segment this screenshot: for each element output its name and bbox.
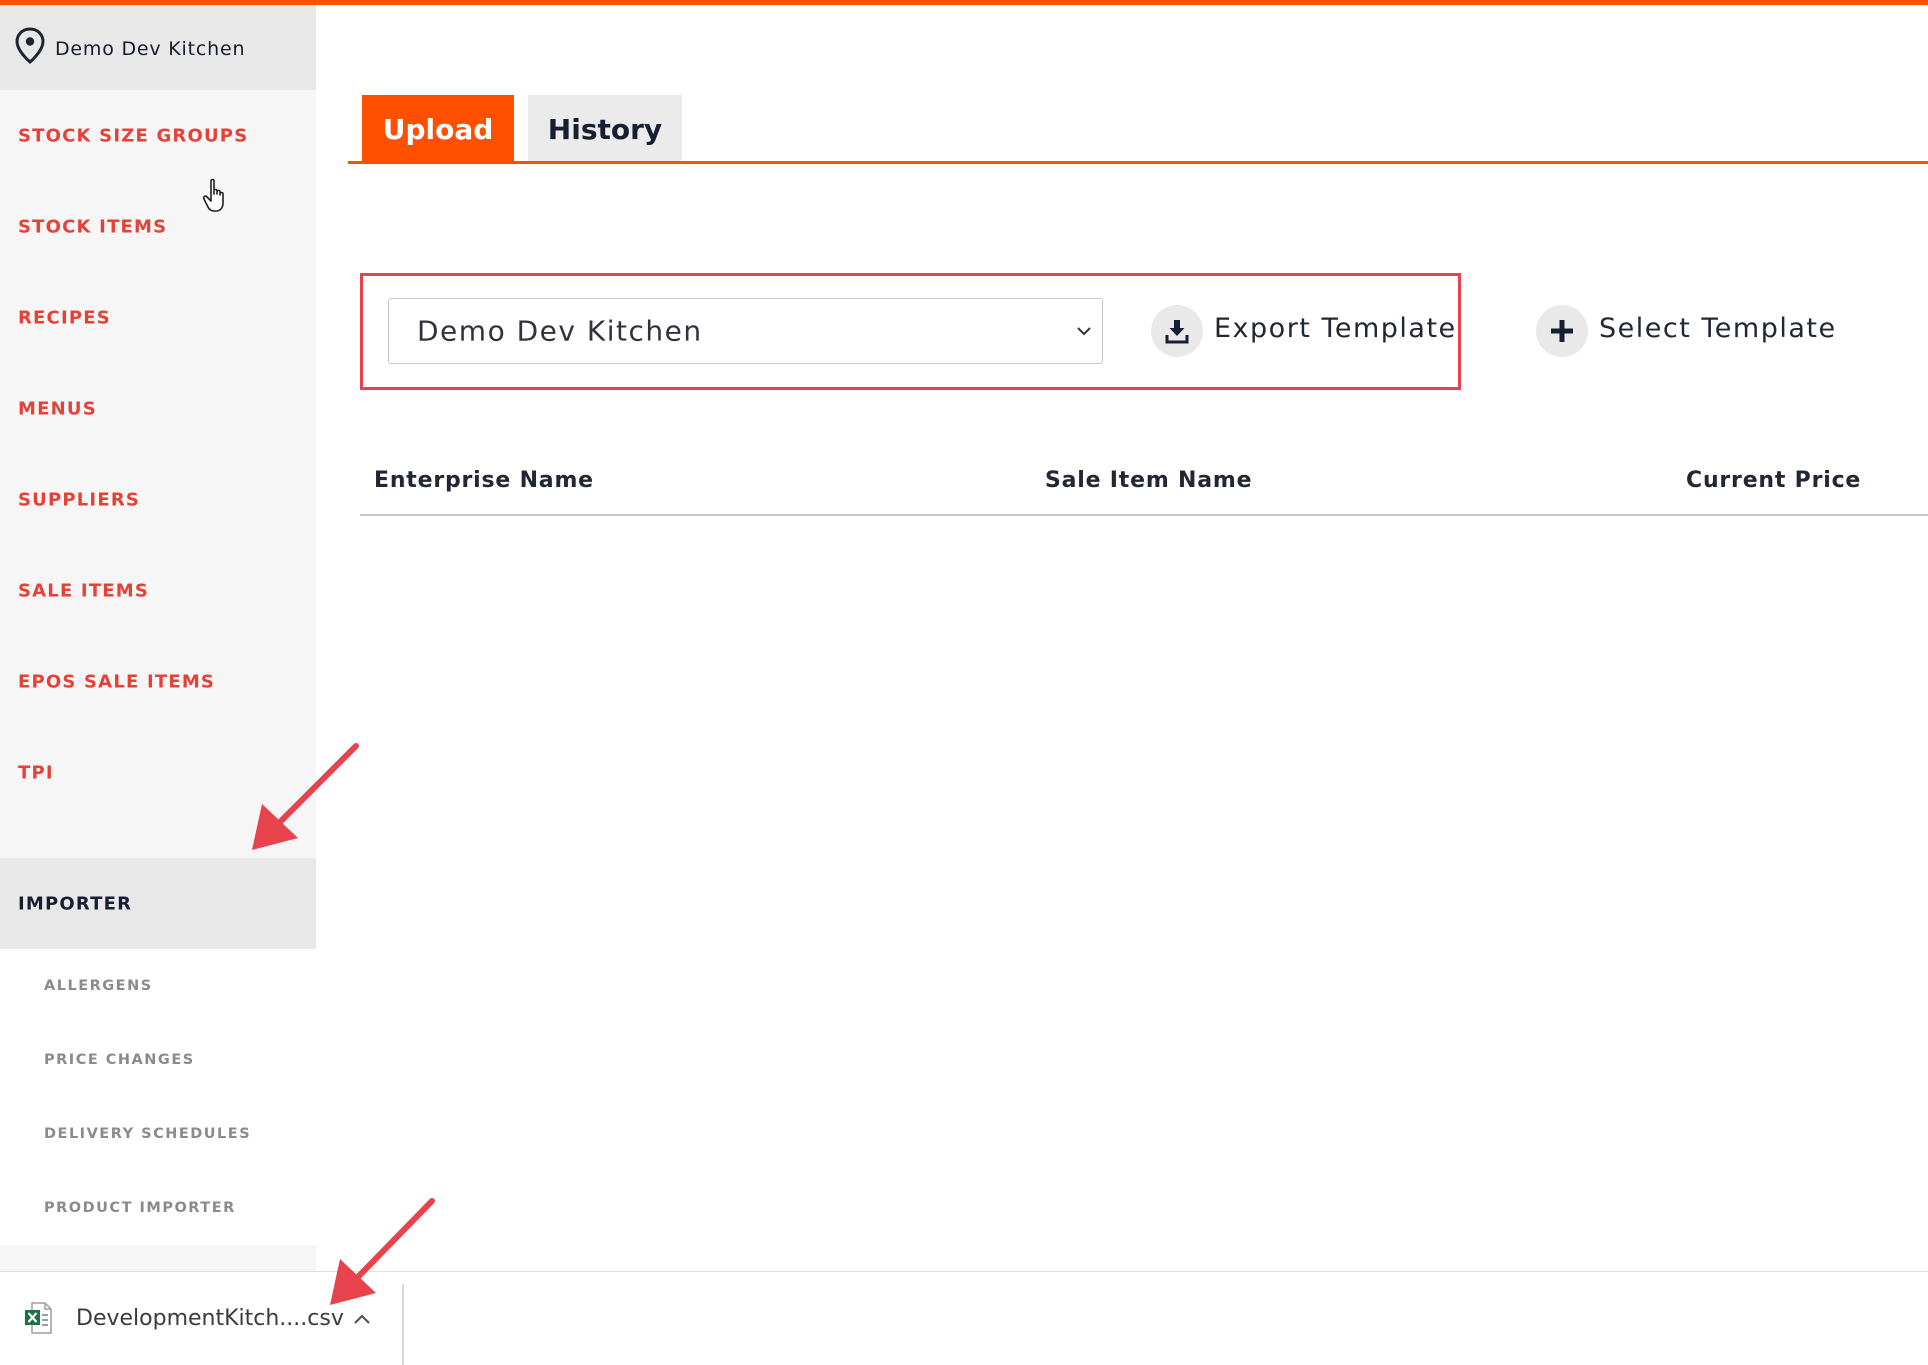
sidebar-subitem-delivery-schedules[interactable]: DELIVERY SCHEDULES xyxy=(0,1097,316,1171)
location-name: Demo Dev Kitchen xyxy=(55,38,246,60)
sidebar-item-label: SUPPLIERS xyxy=(18,489,141,510)
plus-icon xyxy=(1551,320,1573,342)
sidebar-item-menus[interactable]: MENUS xyxy=(0,363,316,454)
sidebar-item-label: RECIPES xyxy=(18,307,111,328)
column-header-current-price[interactable]: Current Price xyxy=(1686,468,1861,493)
excel-file-icon xyxy=(25,1302,52,1334)
sidebar-item-label: TPI xyxy=(18,762,54,783)
map-pin-icon xyxy=(15,27,45,64)
download-icon xyxy=(1165,320,1189,344)
export-template-label[interactable]: Export Template xyxy=(1214,313,1457,344)
tab-upload-label: Upload xyxy=(382,112,494,146)
sidebar-item-suppliers[interactable]: SUPPLIERS xyxy=(0,454,316,545)
tab-upload[interactable]: Upload xyxy=(362,95,514,163)
sidebar-item-recipes[interactable]: RECIPES xyxy=(0,272,316,363)
tab-history[interactable]: History xyxy=(528,95,682,163)
sidebar-item-label: STOCK ITEMS xyxy=(18,216,168,237)
kitchen-select[interactable]: Demo Dev Kitchen xyxy=(388,298,1103,364)
page: Demo Dev Kitchen STOCK SIZE GROUPS STOCK… xyxy=(0,0,1928,1365)
tab-history-label: History xyxy=(547,112,663,146)
tab-underline xyxy=(348,161,1928,164)
location-selector[interactable]: Demo Dev Kitchen xyxy=(0,5,316,90)
annotation-arrow-icon xyxy=(330,1198,435,1305)
sidebar-item-importer[interactable]: IMPORTER xyxy=(0,858,316,949)
select-template-button[interactable] xyxy=(1536,305,1588,357)
column-header-enterprise-name[interactable]: Enterprise Name xyxy=(374,468,594,493)
sidebar-item-label: IMPORTER xyxy=(18,893,133,914)
sidebar-subitem-label: PRODUCT IMPORTER xyxy=(44,1200,236,1216)
sidebar: Demo Dev Kitchen STOCK SIZE GROUPS STOCK… xyxy=(0,5,316,1271)
chevron-down-icon xyxy=(1077,327,1091,336)
sidebar-subitem-label: DELIVERY SCHEDULES xyxy=(44,1126,252,1142)
sidebar-subitem-product-importer[interactable]: PRODUCT IMPORTER xyxy=(0,1171,316,1245)
sidebar-item-stock-size-groups[interactable]: STOCK SIZE GROUPS xyxy=(0,90,316,181)
sidebar-subitem-price-changes[interactable]: PRICE CHANGES xyxy=(0,1023,316,1097)
sidebar-item-label: MENUS xyxy=(18,398,97,419)
sidebar-subitem-label: ALLERGENS xyxy=(44,978,153,994)
download-bar: DevelopmentKitch....csv xyxy=(0,1271,1928,1365)
sidebar-item-stock-items[interactable]: STOCK ITEMS xyxy=(0,181,316,272)
kitchen-select-value: Demo Dev Kitchen xyxy=(417,314,703,348)
annotation-arrow-icon xyxy=(252,743,359,850)
column-header-sale-item-name[interactable]: Sale Item Name xyxy=(1045,468,1252,493)
export-template-button[interactable] xyxy=(1151,305,1203,357)
sidebar-item-epos-sale-items[interactable]: EPOS SALE ITEMS xyxy=(0,636,316,727)
sidebar-item-label: EPOS SALE ITEMS xyxy=(18,671,216,692)
sidebar-subitem-allergens[interactable]: ALLERGENS xyxy=(0,949,316,1023)
sidebar-subitem-label: PRICE CHANGES xyxy=(44,1052,195,1068)
sidebar-item-label: STOCK SIZE GROUPS xyxy=(18,125,249,146)
select-template-label[interactable]: Select Template xyxy=(1599,313,1837,344)
sidebar-item-sale-items[interactable]: SALE ITEMS xyxy=(0,545,316,636)
hand-cursor-icon xyxy=(202,178,224,212)
downloaded-file-name[interactable]: DevelopmentKitch....csv xyxy=(76,1306,344,1331)
table-header-divider xyxy=(360,514,1928,516)
sidebar-item-label: SALE ITEMS xyxy=(18,580,150,601)
